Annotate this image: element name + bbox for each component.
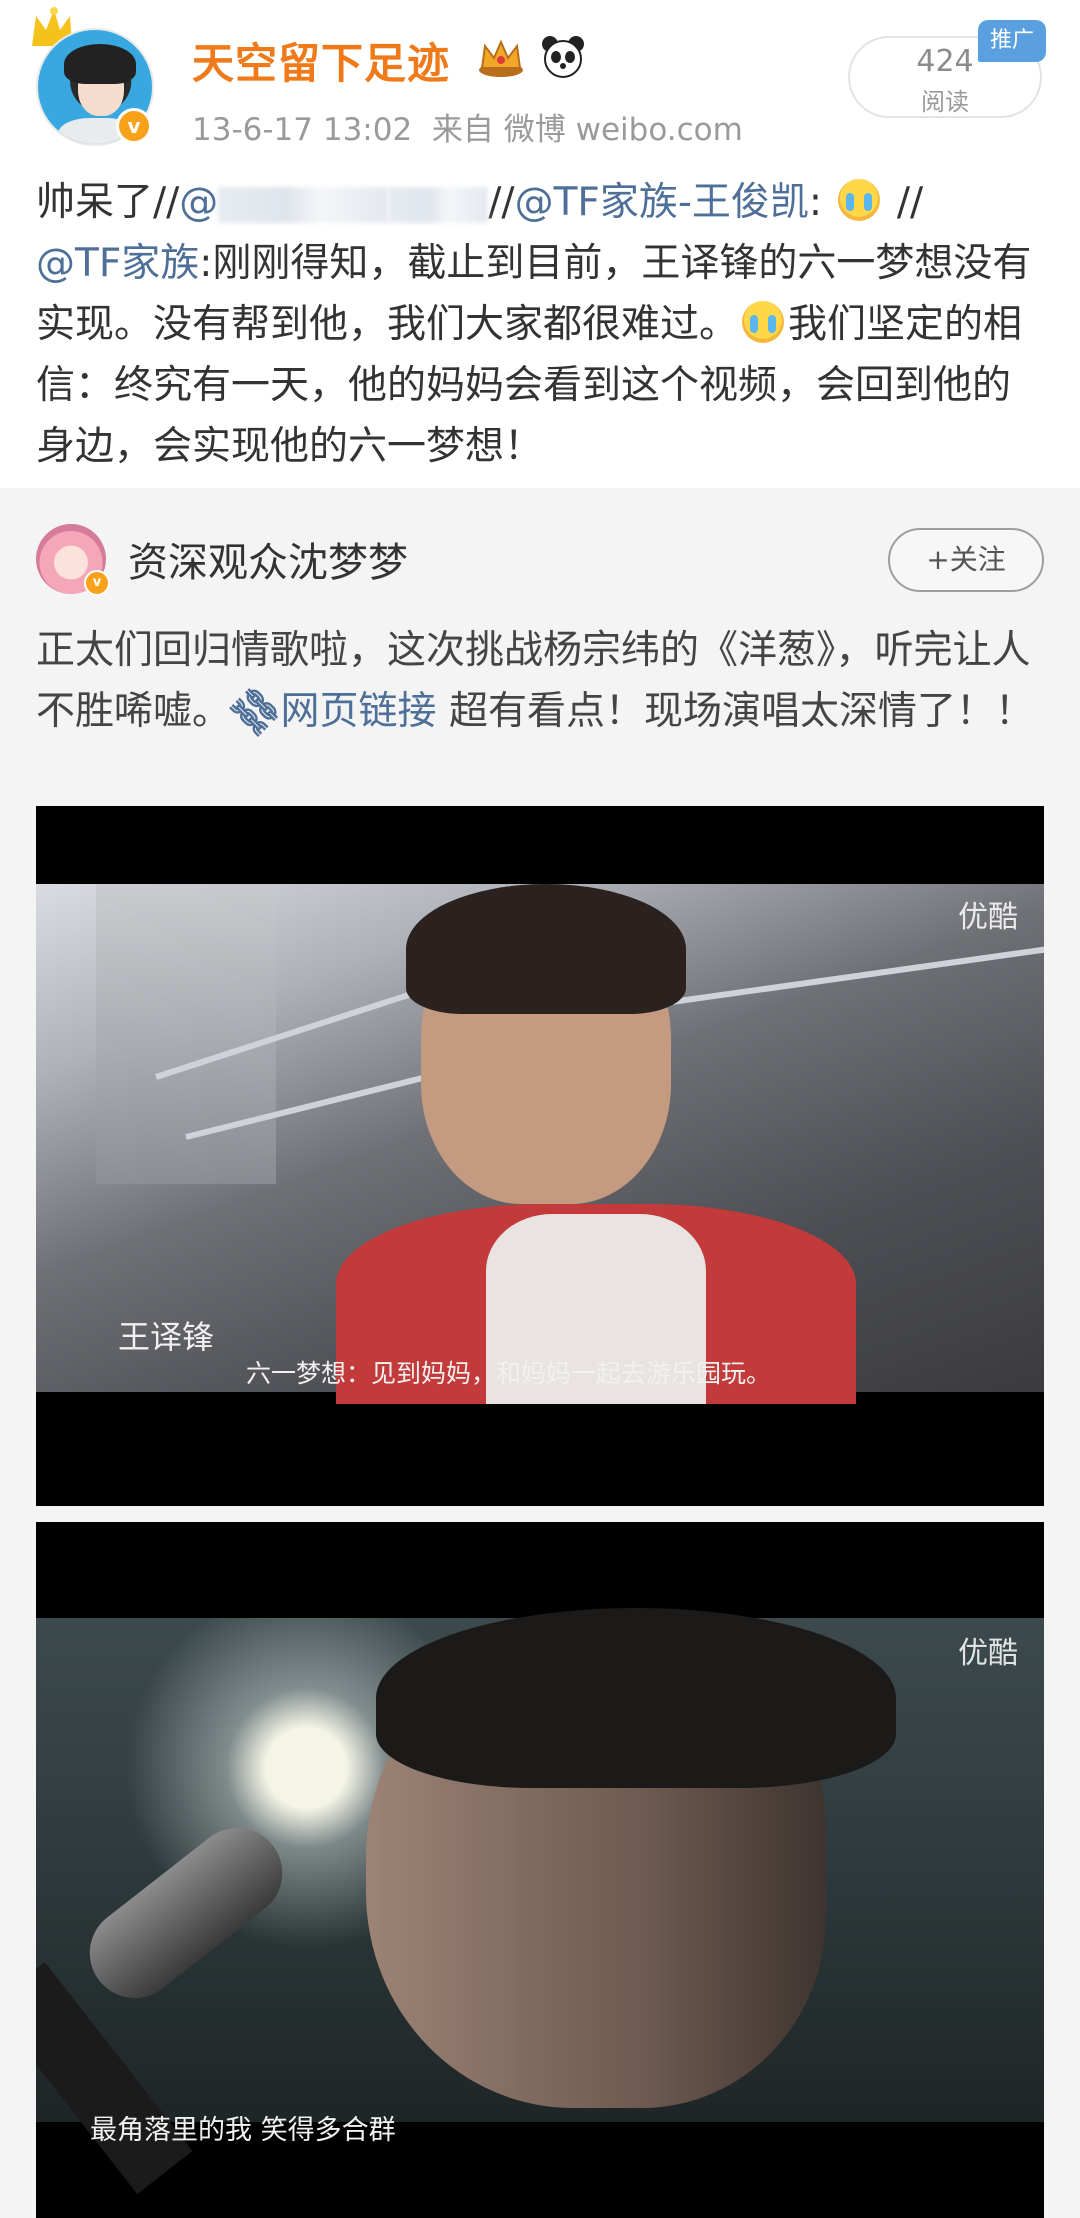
panda-icon: [542, 36, 584, 78]
crown-icon: [479, 39, 523, 77]
youku-watermark: 优酷: [958, 1636, 1018, 1671]
subtitle-text: 六一梦想：见到妈妈，和妈妈一起去游乐园玩。: [246, 1359, 772, 1388]
repost-username[interactable]: 资深观众沈梦梦: [128, 530, 408, 588]
mention-wangjunkai[interactable]: @TF家族-王俊凯: [515, 180, 809, 225]
repost-text-2: 超有看点！现场演唱太深情了！！: [436, 689, 1034, 734]
crying-emoji-icon: [742, 301, 785, 343]
promo-tag: 推广: [978, 20, 1046, 62]
post-meta: 13-6-17 13:02 来自 微博 weibo.com: [192, 104, 743, 149]
blurred-name-1: [218, 186, 389, 223]
post-timestamp: 13-6-17 13:02: [192, 112, 413, 148]
blurred-name-2: [388, 186, 489, 223]
follow-button[interactable]: +关注: [888, 528, 1044, 592]
post-source[interactable]: 来自 微博 weibo.com: [432, 112, 743, 148]
read-label: 阅读: [921, 88, 969, 116]
web-link-label: 网页链接: [280, 689, 437, 734]
blurred-mention[interactable]: @: [179, 180, 218, 225]
subtitle-name: 王译锋: [118, 1318, 215, 1356]
video-frame-1[interactable]: 优酷 王译锋 六一梦想：见到妈妈，和妈妈一起去游乐园玩。: [36, 806, 1044, 1506]
crying-emoji-icon: [838, 179, 881, 221]
link-icon: ⛓: [222, 678, 290, 745]
verified-v-icon: v: [84, 570, 110, 596]
repost-text: 正太们回归情歌啦，这次挑战杨宗纬的《洋葱》，听完让人不胜唏嘘。⛓网页链接 超有看…: [36, 620, 1046, 745]
colon-1: :: [808, 180, 835, 225]
mention-separator: //: [488, 180, 515, 225]
subtitle-lyric: 最角落里的我 笑得多合群: [90, 2115, 396, 2146]
video-frame-2[interactable]: 优酷 最角落里的我 笑得多合群: [36, 1522, 1044, 2218]
mention-separator-2: //: [884, 180, 924, 225]
post-text: 帅呆了//@//@TF家族-王俊凯: //@TF家族:刚刚得知，截止到目前，王译…: [36, 172, 1046, 477]
mention-tf-family[interactable]: @TF家族: [36, 241, 199, 286]
video-still-singer: [36, 1608, 1044, 2195]
post-username[interactable]: 天空留下足迹: [192, 30, 450, 91]
verified-v-icon: v: [116, 108, 152, 144]
post-text-1: 帅呆了//: [36, 180, 180, 225]
web-link[interactable]: ⛓网页链接: [222, 678, 437, 745]
youku-watermark: 优酷: [958, 900, 1018, 935]
